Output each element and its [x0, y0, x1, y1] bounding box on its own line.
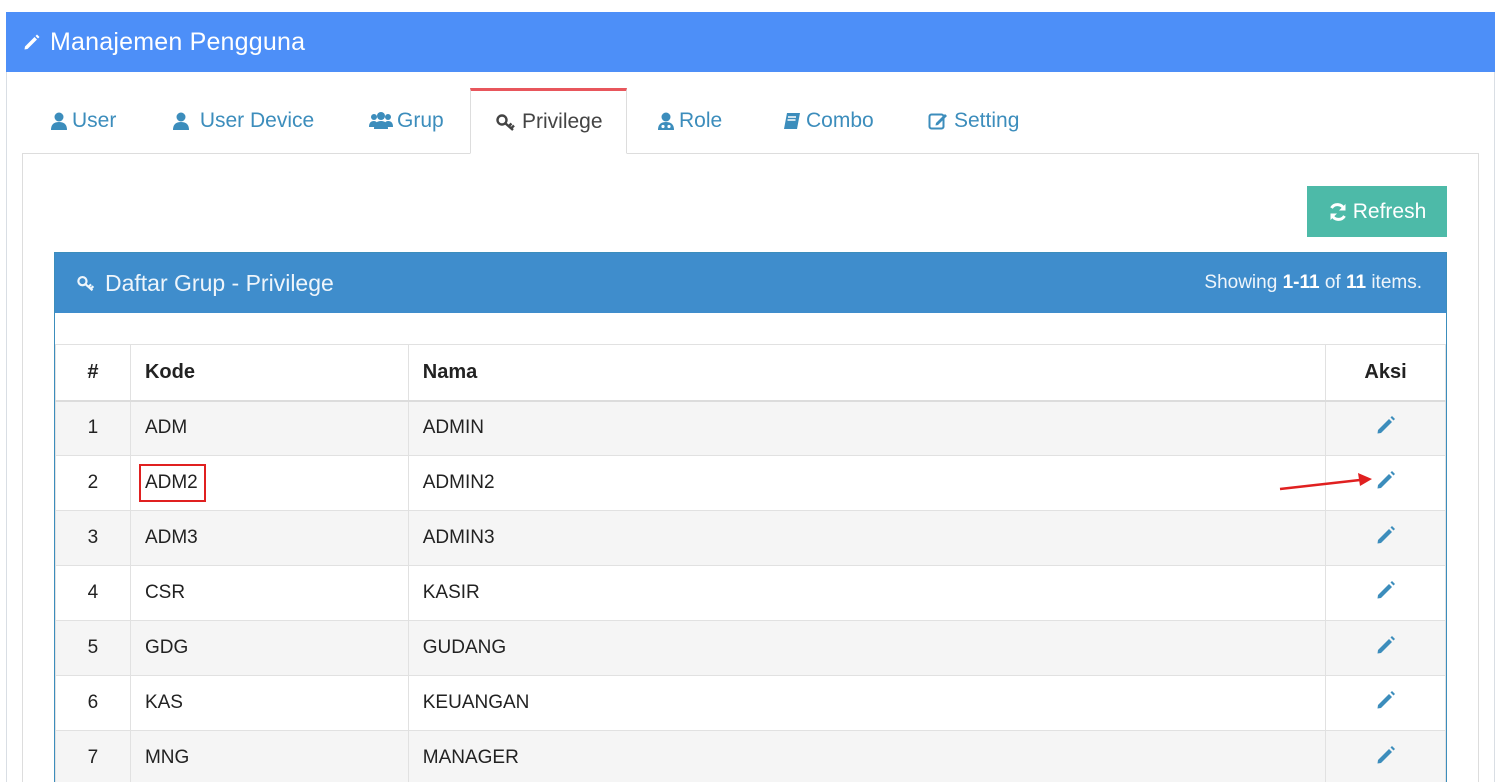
cell-nama: ADMIN — [407, 400, 1327, 456]
tab-user[interactable]: User — [22, 88, 148, 154]
tab-label: Grup — [397, 109, 444, 132]
highlight-box: ADM2 — [138, 464, 206, 502]
privilege-group-box: Daftar Grup - Privilege Showing 1-11 of … — [54, 252, 1447, 782]
cell-aksi — [1325, 675, 1446, 731]
table-row: 4 CSR KASIR — [55, 565, 1446, 621]
col-header-nama[interactable]: Nama — [407, 344, 1327, 402]
key-icon — [496, 112, 518, 132]
cell-no: 3 — [55, 510, 131, 566]
tab-privilege[interactable]: Privilege — [470, 88, 627, 154]
cell-nama: ADMIN2 — [407, 455, 1327, 511]
page-header: Manajemen Pengguna — [6, 12, 1495, 72]
cell-aksi — [1325, 510, 1446, 566]
tab-bar: User User Device Grup Privilege Role Com… — [22, 88, 1026, 154]
pencil-icon[interactable] — [1375, 524, 1397, 546]
summary-prefix: Showing — [1204, 272, 1283, 293]
cell-no: 4 — [55, 565, 131, 621]
cell-aksi — [1325, 730, 1446, 782]
col-header-aksi: Aksi — [1325, 344, 1446, 402]
user-md-icon — [657, 111, 675, 131]
cell-nama: MANAGER — [407, 730, 1327, 782]
cell-aksi — [1325, 400, 1446, 456]
refresh-button[interactable]: Refresh — [1307, 186, 1447, 237]
table-row: 1 ADM ADMIN — [55, 400, 1446, 456]
refresh-label: Refresh — [1352, 199, 1427, 223]
box-title: Daftar Grup - Privilege — [105, 269, 334, 296]
col-header-kode[interactable]: Kode — [129, 344, 409, 402]
table-row: 7 MNG MANAGER — [55, 730, 1446, 782]
key-icon — [77, 273, 97, 293]
pagination-summary: Showing 1-11 of 11 items. — [1204, 272, 1422, 294]
cell-no: 7 — [55, 730, 131, 782]
tab-label: User — [72, 109, 117, 132]
cell-kode: GDG — [129, 620, 409, 676]
tab-label: Setting — [954, 109, 1020, 132]
cell-nama: ADMIN3 — [407, 510, 1327, 566]
pencil-icon[interactable] — [1375, 414, 1397, 436]
table-row: 6 KAS KEUANGAN — [55, 675, 1446, 731]
summary-suffix: items. — [1366, 272, 1422, 293]
cell-no: 6 — [55, 675, 131, 731]
users-icon — [369, 111, 393, 131]
tab-grup[interactable]: Grup — [342, 88, 470, 154]
table-row: 2 ADM2 ADMIN2 — [55, 455, 1446, 511]
pencil-icon[interactable] — [1375, 469, 1397, 491]
cell-nama: KASIR — [407, 565, 1327, 621]
page-title: Manajemen Pengguna — [50, 27, 306, 56]
cell-no: 5 — [55, 620, 131, 676]
pencil-icon[interactable] — [1375, 634, 1397, 656]
box-title-wrap: Daftar Grup - Privilege — [77, 270, 334, 297]
tab-user-device[interactable]: User Device — [148, 88, 342, 154]
cell-kode: MNG — [129, 730, 409, 782]
cell-aksi — [1325, 620, 1446, 676]
cell-nama: KEUANGAN — [407, 675, 1327, 731]
cell-kode: ADM2 — [129, 455, 409, 511]
pencil-icon[interactable] — [1375, 744, 1397, 766]
pencil-icon[interactable] — [1375, 579, 1397, 601]
cell-kode: ADM3 — [129, 510, 409, 566]
pencil-icon[interactable] — [1375, 689, 1397, 711]
tab-setting[interactable]: Setting — [896, 88, 1026, 154]
tab-label: Privilege — [522, 110, 603, 133]
user-icon — [172, 111, 190, 131]
user-icon — [50, 111, 68, 131]
box-header: Daftar Grup - Privilege Showing 1-11 of … — [55, 253, 1446, 313]
tab-label: Role — [679, 109, 723, 132]
book-icon — [782, 111, 802, 131]
cell-nama: GUDANG — [407, 620, 1327, 676]
summary-total: 11 — [1345, 272, 1367, 293]
col-header-no[interactable]: # — [55, 344, 131, 402]
tab-role[interactable]: Role — [627, 88, 748, 154]
privilege-table: # Kode Nama Aksi 1 ADM ADMIN 2 ADM2 ADMI… — [55, 344, 1446, 782]
annotation-arrow — [1279, 473, 1372, 491]
pencil-icon — [22, 31, 44, 53]
table-row: 5 GDG GUDANG — [55, 620, 1446, 676]
tab-label: Combo — [806, 109, 874, 132]
tab-combo[interactable]: Combo — [748, 88, 896, 154]
cell-kode: KAS — [129, 675, 409, 731]
cell-aksi — [1325, 565, 1446, 621]
table-header-row: # Kode Nama Aksi — [55, 344, 1446, 402]
cell-no: 1 — [55, 400, 131, 456]
cell-no: 2 — [55, 455, 131, 511]
cell-kode: CSR — [129, 565, 409, 621]
refresh-icon — [1328, 202, 1348, 222]
cell-kode: ADM — [129, 400, 409, 456]
edit-icon — [928, 111, 950, 131]
summary-range: 1-11 — [1282, 272, 1320, 293]
table-row: 3 ADM3 ADMIN3 — [55, 510, 1446, 566]
tab-label: User Device — [194, 109, 315, 132]
summary-mid: of — [1319, 272, 1346, 293]
